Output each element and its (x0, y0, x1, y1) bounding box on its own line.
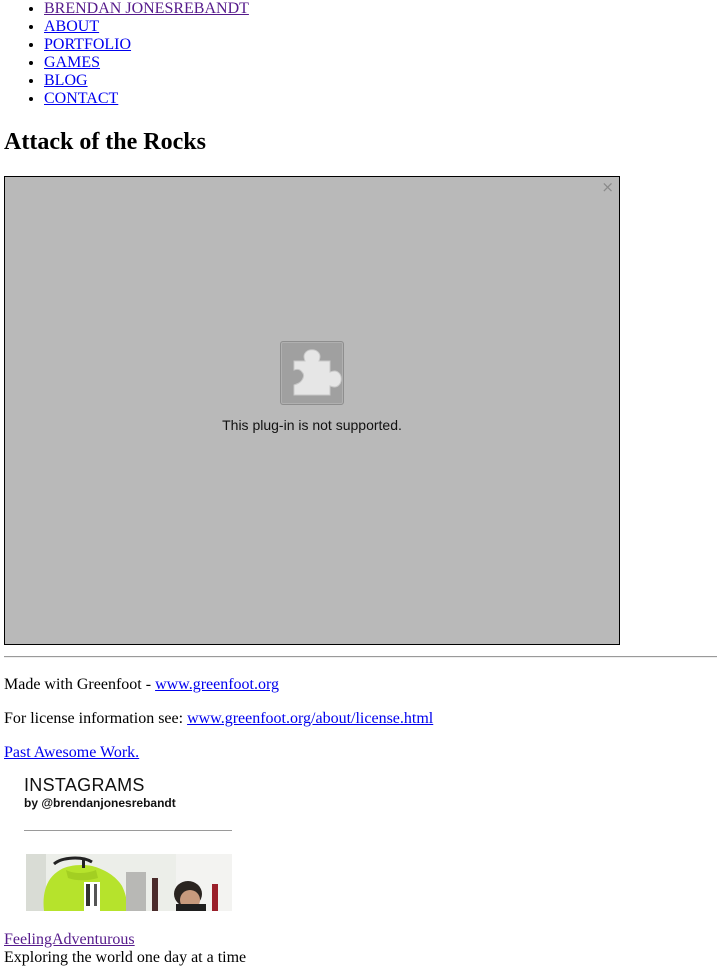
instagram-title: INSTAGRAMS (24, 775, 145, 795)
plugin-message: This plug-in is not supported. (222, 417, 402, 433)
nav-item-home: BRENDAN JONESREBANDT (44, 0, 249, 18)
main-nav: BRENDAN JONESREBANDT ABOUT PORTFOLIO GAM… (0, 0, 249, 108)
nav-item-games: GAMES (44, 54, 249, 72)
puzzle-piece-icon (280, 341, 344, 405)
page: BRENDAN JONESREBANDT ABOUT PORTFOLIO GAM… (0, 0, 717, 975)
instagram-subtitle: by @brendanjonesrebandt (24, 796, 176, 810)
blog-tagline: Exploring the world one day at a time (4, 949, 247, 966)
made-with-line: Made with Greenfoot - www.greenfoot.org (4, 676, 279, 694)
blog-name-link[interactable]: FeelingAdventurous (4, 931, 135, 949)
nav-item-blog: BLOG (44, 72, 249, 90)
made-with-text: Made with Greenfoot - (4, 676, 156, 693)
license-text: For license information see: (4, 710, 188, 727)
nav-item-about: ABOUT (44, 18, 249, 36)
instagram-divider (24, 830, 232, 831)
past-work-line: Past Awesome Work. (4, 744, 139, 762)
close-icon[interactable]: × (601, 180, 614, 195)
nav-link-about[interactable]: ABOUT (44, 18, 99, 35)
nav-item-portfolio: PORTFOLIO (44, 36, 249, 54)
nav-link-games[interactable]: GAMES (44, 54, 100, 71)
nav-link-portfolio[interactable]: PORTFOLIO (44, 36, 131, 53)
nav-link-contact[interactable]: CONTACT (44, 90, 118, 107)
nav-item-contact: CONTACT (44, 90, 249, 108)
plugin-placeholder[interactable]: × This plug-in is not supported. (4, 176, 620, 645)
license-link[interactable]: www.greenfoot.org/about/license.html (187, 710, 433, 727)
nav-link-home[interactable]: BRENDAN JONESREBANDT (44, 0, 249, 17)
puzzle-piece-graphic (293, 349, 342, 396)
instagram-photo[interactable] (26, 854, 232, 911)
horizontal-rule (4, 656, 717, 658)
greenfoot-link[interactable]: www.greenfoot.org (155, 676, 279, 693)
past-work-link[interactable]: Past Awesome Work. (4, 744, 139, 761)
instagram-widget: INSTAGRAMS by @brendanjonesrebandt (24, 774, 234, 831)
nav-link-blog[interactable]: BLOG (44, 72, 88, 89)
page-title: Attack of the Rocks (4, 129, 206, 155)
instagram-photo-image (26, 854, 232, 911)
license-line: For license information see: www.greenfo… (4, 710, 433, 728)
